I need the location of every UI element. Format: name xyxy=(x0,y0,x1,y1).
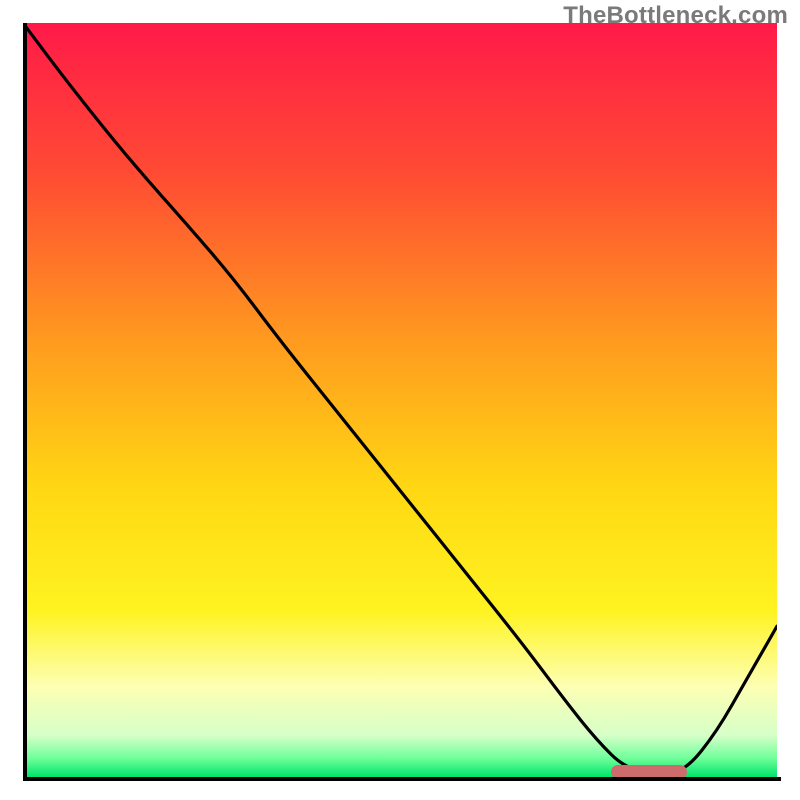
chart-container: TheBottleneck.com xyxy=(0,0,800,800)
x-axis-line xyxy=(23,777,781,781)
y-axis-line xyxy=(23,23,27,781)
gradient-background xyxy=(23,23,777,777)
plot-area xyxy=(23,23,777,777)
